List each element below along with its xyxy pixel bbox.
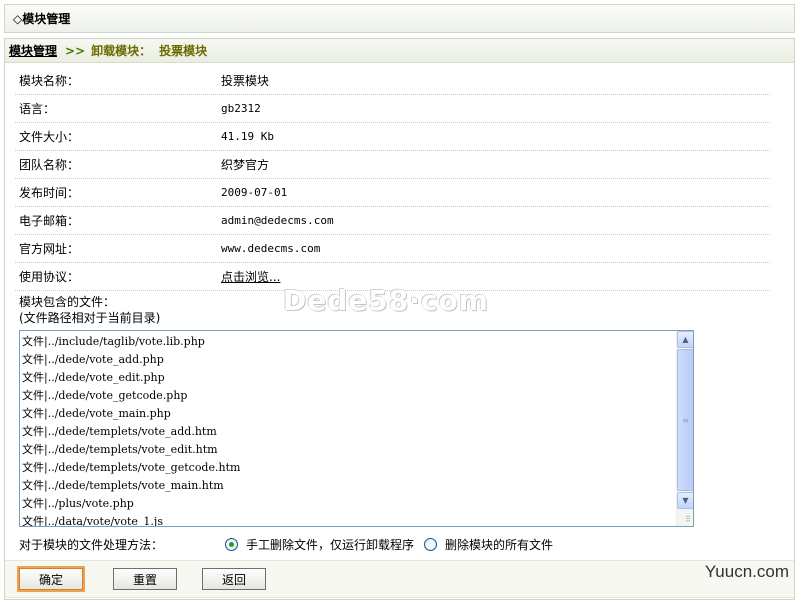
breadcrumb: 模块管理 >> 卸载模块： 投票模块 bbox=[5, 39, 794, 63]
resize-grip-icon[interactable]: ⠿ bbox=[685, 516, 691, 524]
file-item: 文件|../dede/vote_add.php bbox=[22, 353, 164, 366]
file-item: 文件|../dede/vote_getcode.php bbox=[22, 389, 188, 402]
files-label: 模块包含的文件： bbox=[19, 295, 116, 309]
info-row-filesize: 文件大小： 41.19 Kb bbox=[15, 123, 770, 151]
info-label: 语言： bbox=[19, 102, 56, 116]
radio-delete-all[interactable] bbox=[424, 537, 438, 551]
reset-button[interactable]: 重置 bbox=[113, 568, 177, 590]
breadcrumb-action: 卸载模块： bbox=[91, 44, 152, 58]
file-item: 文件|../data/vote/vote_1.js bbox=[22, 515, 163, 527]
breadcrumb-current: 投票模块 bbox=[159, 44, 208, 58]
info-value: admin@dedecms.com bbox=[221, 214, 334, 227]
info-label: 发布时间： bbox=[19, 186, 80, 200]
info-value: 41.19 Kb bbox=[221, 130, 274, 143]
option-manual-delete[interactable]: 手工删除文件，仅运行卸载程序 bbox=[225, 536, 414, 553]
info-label: 文件大小： bbox=[19, 130, 80, 144]
file-item: 文件|../dede/templets/vote_main.htm bbox=[22, 479, 224, 492]
breadcrumb-home-link[interactable]: 模块管理 bbox=[9, 42, 57, 59]
info-row-date: 发布时间： 2009-07-01 bbox=[15, 179, 770, 207]
scrollbar-thumb[interactable]: ≡ bbox=[677, 349, 693, 491]
module-uninstall-panel: 模块管理 >> 卸载模块： 投票模块 模块名称： 投票模块 语言： gb2312… bbox=[4, 38, 795, 600]
method-label: 对于模块的文件处理方法： bbox=[19, 537, 164, 552]
corner-watermark: Yuucn.com bbox=[704, 562, 789, 581]
page-title: ◇模块管理 bbox=[13, 12, 71, 26]
info-label: 团队名称： bbox=[19, 158, 80, 172]
info-label: 电子邮箱： bbox=[19, 214, 80, 228]
back-button[interactable]: 返回 bbox=[202, 568, 266, 590]
file-item: 文件|../dede/vote_edit.php bbox=[22, 371, 165, 384]
info-row-language: 语言： gb2312 bbox=[15, 95, 770, 123]
file-item: 文件|../include/taglib/vote.lib.php bbox=[22, 335, 205, 348]
view-license-link[interactable]: 点击浏览... bbox=[221, 268, 280, 285]
file-item: 文件|../dede/templets/vote_edit.htm bbox=[22, 443, 218, 456]
info-row-team: 团队名称： 织梦官方 bbox=[15, 151, 770, 179]
info-value: 2009-07-01 bbox=[221, 186, 288, 199]
file-handling-method: 对于模块的文件处理方法： 手工删除文件，仅运行卸载程序 删除模块的所有文件 bbox=[19, 533, 779, 555]
file-list: 文件|../include/taglib/vote.lib.php 文件|../… bbox=[22, 333, 677, 527]
file-list-scrollbar[interactable]: ▲ ≡ ▼ bbox=[676, 331, 693, 526]
info-value: www.dedecms.com bbox=[221, 242, 321, 255]
module-info-list: 模块名称： 投票模块 语言： gb2312 文件大小： 41.19 Kb 团队名… bbox=[5, 67, 794, 291]
info-value: 投票模块 bbox=[221, 74, 270, 88]
file-item: 文件|../dede/templets/vote_add.htm bbox=[22, 425, 217, 438]
info-value: gb2312 bbox=[221, 102, 261, 115]
info-row-website: 官方网址： www.dedecms.com bbox=[15, 235, 770, 263]
option-delete-all-label: 删除模块的所有文件 bbox=[445, 537, 554, 552]
option-manual-delete-label: 手工删除文件，仅运行卸载程序 bbox=[246, 537, 415, 552]
watermark-logo: Dede58·com bbox=[283, 284, 489, 317]
info-label: 使用协议： bbox=[19, 270, 80, 284]
files-path-note: (文件路径相对于当前目录) bbox=[19, 311, 161, 325]
info-value: 织梦官方 bbox=[221, 158, 270, 172]
info-row-name: 模块名称： 投票模块 bbox=[15, 67, 770, 95]
info-label: 官方网址： bbox=[19, 242, 80, 256]
files-label-block: 模块包含的文件： (文件路径相对于当前目录) bbox=[19, 294, 160, 326]
scroll-down-arrow-icon[interactable]: ▼ bbox=[677, 492, 693, 509]
info-row-email: 电子邮箱： admin@dedecms.com bbox=[15, 207, 770, 235]
file-item: 文件|../dede/templets/vote_getcode.htm bbox=[22, 461, 241, 474]
page-title-bar: ◇模块管理 bbox=[4, 4, 795, 33]
file-item: 文件|../dede/vote_main.php bbox=[22, 407, 171, 420]
module-files-textarea[interactable]: 文件|../include/taglib/vote.lib.php 文件|../… bbox=[19, 330, 694, 527]
breadcrumb-separator: >> bbox=[65, 43, 86, 58]
file-item: 文件|../plus/vote.php bbox=[22, 497, 134, 510]
action-button-bar: 确定 重置 返回 bbox=[5, 560, 794, 598]
info-label: 模块名称： bbox=[19, 74, 80, 88]
radio-manual-delete[interactable] bbox=[225, 537, 238, 551]
scroll-up-arrow-icon[interactable]: ▲ bbox=[677, 331, 693, 348]
option-delete-all[interactable]: 删除模块的所有文件 bbox=[424, 536, 553, 553]
confirm-button[interactable]: 确定 bbox=[17, 566, 85, 592]
